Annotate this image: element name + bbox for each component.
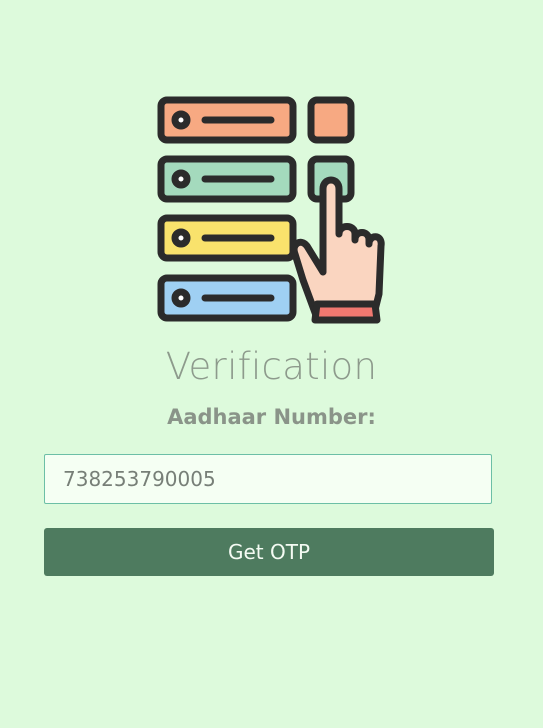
server-select-hand-icon: [155, 94, 385, 324]
page-title: Verification: [165, 345, 378, 388]
aadhaar-input[interactable]: [44, 454, 492, 504]
aadhaar-label: Aadhaar Number:: [167, 405, 376, 429]
get-otp-button[interactable]: Get OTP: [44, 528, 494, 576]
